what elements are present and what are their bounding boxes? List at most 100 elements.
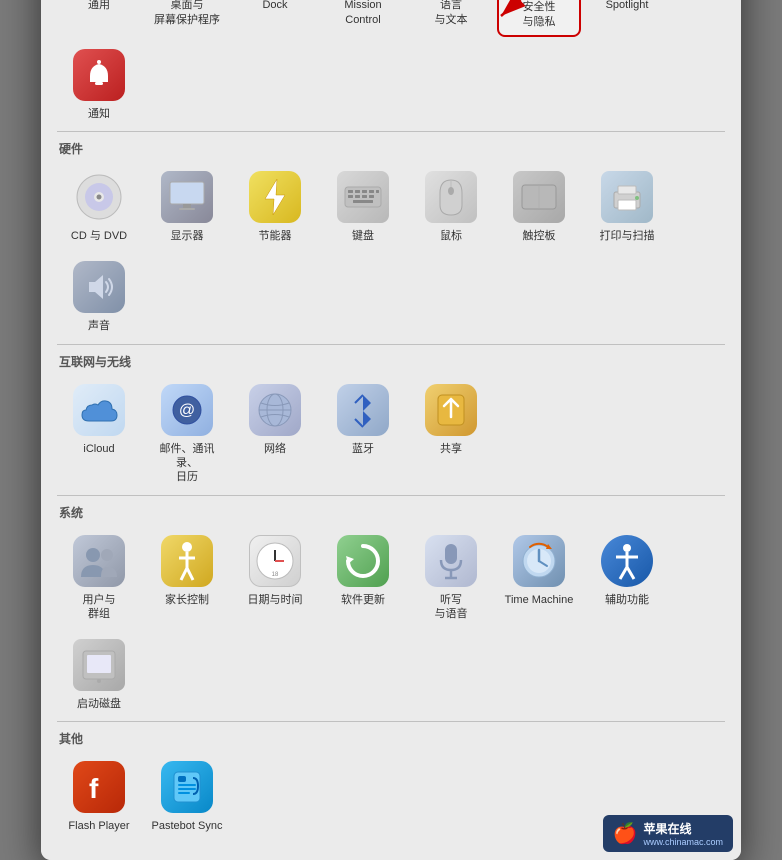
software-label: 软件更新: [341, 593, 385, 607]
watermark-brand: 苹果在线: [643, 820, 723, 837]
svg-text:18: 18: [272, 572, 279, 578]
accessibility-icon: [601, 535, 653, 587]
bluetooth-label: 蓝牙: [352, 442, 374, 456]
divider-internet: [57, 495, 725, 496]
pref-dictation[interactable]: 听写与语音: [409, 527, 493, 628]
pref-icloud[interactable]: iCloud: [57, 376, 141, 491]
security-label: 安全性与隐私: [523, 0, 556, 29]
datetime-icon: 18: [249, 535, 301, 587]
pref-print[interactable]: 打印与扫描: [585, 163, 669, 249]
pref-bluetooth[interactable]: 蓝牙: [321, 376, 405, 491]
keyboard-label: 键盘: [352, 229, 374, 243]
icloud-label: iCloud: [83, 442, 114, 456]
startup-label: 启动磁盘: [77, 697, 121, 711]
energy-label: 节能器: [259, 229, 292, 243]
apple-logo-icon: 🍎: [613, 821, 638, 846]
display-label: 显示器: [171, 229, 204, 243]
section-label-hardware: 硬件: [59, 140, 725, 157]
pref-display[interactable]: 显示器: [145, 163, 229, 249]
parental-icon: [161, 535, 213, 587]
general-label: 通用: [88, 0, 110, 13]
pref-software[interactable]: 软件更新: [321, 527, 405, 628]
personal-grid: 📄 通用 桌面与屏幕保护程序 Dock: [57, 0, 725, 127]
users-icon: [73, 535, 125, 587]
sound-icon: [73, 261, 125, 313]
print-icon: [601, 171, 653, 223]
timemachine-label: Time Machine: [505, 593, 574, 607]
mouse-label: 鼠标: [440, 229, 462, 243]
pref-sound[interactable]: 声音: [57, 253, 141, 339]
hardware-grid: CD 与 DVD 显示器 节能器: [57, 163, 725, 340]
notify-icon: [73, 49, 125, 101]
system-grid: 用户与群组 家长控制 18 日期与时间: [57, 527, 725, 718]
pref-dvd[interactable]: CD 与 DVD: [57, 163, 141, 249]
dock-label: Dock: [262, 0, 287, 13]
pastebot-label: Pastebot Sync: [152, 819, 223, 833]
flash-icon: f: [73, 761, 125, 813]
display-icon: [161, 171, 213, 223]
network-label: 网络: [264, 442, 286, 456]
system-preferences-window: 系统偏好设置 ◀ ▶ 全部显示 🔍 个人 📄 通用: [41, 0, 741, 860]
pref-mission[interactable]: MissionControl: [321, 0, 405, 37]
mouse-icon: [425, 171, 477, 223]
divider-personal: [57, 131, 725, 132]
energy-icon: [249, 171, 301, 223]
internet-grid: iCloud @ 邮件、通讯录、日历 网络: [57, 376, 725, 491]
mail-label: 邮件、通讯录、日历: [149, 442, 225, 485]
watermark-url: www.chinamac.com: [643, 837, 723, 847]
bluetooth-icon: [337, 384, 389, 436]
trackpad-icon: [513, 171, 565, 223]
divider-system: [57, 721, 725, 722]
pref-accessibility[interactable]: 辅助功能: [585, 527, 669, 628]
section-label-other: 其他: [59, 730, 725, 747]
sound-label: 声音: [88, 319, 110, 333]
divider-hardware: [57, 344, 725, 345]
pref-spotlight[interactable]: Spotlight: [585, 0, 669, 37]
pref-keyboard[interactable]: 键盘: [321, 163, 405, 249]
startup-icon: [73, 639, 125, 691]
pref-users[interactable]: 用户与群组: [57, 527, 141, 628]
pref-share[interactable]: 共享: [409, 376, 493, 491]
trackpad-label: 触控板: [523, 229, 556, 243]
pref-dock[interactable]: Dock: [233, 0, 317, 37]
pref-notify[interactable]: 通知: [57, 41, 141, 127]
pref-trackpad[interactable]: 触控板: [497, 163, 581, 249]
pref-mouse[interactable]: 鼠标: [409, 163, 493, 249]
lang-label: 语言与文本: [435, 0, 468, 27]
pref-general[interactable]: 📄 通用: [57, 0, 141, 37]
print-label: 打印与扫描: [600, 229, 655, 243]
pref-parental[interactable]: 家长控制: [145, 527, 229, 628]
desktop-label: 桌面与屏幕保护程序: [154, 0, 220, 27]
share-icon: [425, 384, 477, 436]
pref-flash[interactable]: f Flash Player: [57, 753, 141, 839]
mission-label: MissionControl: [344, 0, 381, 27]
mail-icon: @: [161, 384, 213, 436]
pref-startup[interactable]: 启动磁盘: [57, 631, 141, 717]
datetime-label: 日期与时间: [248, 593, 303, 607]
pref-security[interactable]: 安全性与隐私: [497, 0, 581, 37]
preferences-content: 个人 📄 通用 桌面与屏幕保护程序 Doc: [41, 0, 741, 860]
parental-label: 家长控制: [165, 593, 209, 607]
pref-mail[interactable]: @ 邮件、通讯录、日历: [145, 376, 229, 491]
section-label-internet: 互联网与无线: [59, 353, 725, 370]
pref-energy[interactable]: 节能器: [233, 163, 317, 249]
pref-desktop[interactable]: 桌面与屏幕保护程序: [145, 0, 229, 37]
pref-pastebot[interactable]: Pastebot Sync: [145, 753, 229, 839]
timemachine-icon: [513, 535, 565, 587]
notify-label: 通知: [88, 107, 110, 121]
pref-network[interactable]: 网络: [233, 376, 317, 491]
dictation-label: 听写与语音: [435, 593, 468, 622]
dvd-label: CD 与 DVD: [71, 229, 127, 243]
share-label: 共享: [440, 442, 462, 456]
pref-lang[interactable]: 语言与文本: [409, 0, 493, 37]
flash-label: Flash Player: [68, 819, 129, 833]
spotlight-label: Spotlight: [606, 0, 649, 13]
keyboard-icon: [337, 171, 389, 223]
pref-datetime[interactable]: 18 日期与时间: [233, 527, 317, 628]
svg-text:f: f: [89, 773, 99, 804]
section-label-system: 系统: [59, 504, 725, 521]
software-icon: [337, 535, 389, 587]
watermark: 🍎 苹果在线 www.chinamac.com: [603, 815, 733, 852]
pref-timemachine[interactable]: Time Machine: [497, 527, 581, 628]
pastebot-icon: [161, 761, 213, 813]
